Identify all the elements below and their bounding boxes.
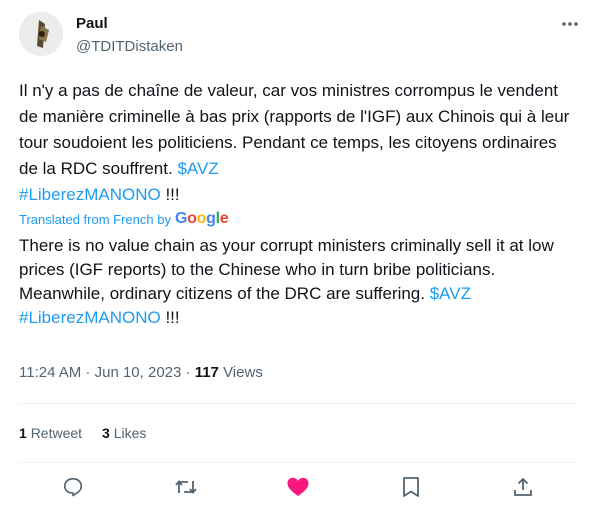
tweet-body: Il n'y a pas de chaîne de valeur, car vo… — [19, 81, 570, 178]
retweets-count: 1 — [19, 425, 27, 441]
bookmark-icon — [403, 477, 419, 497]
share-icon — [514, 477, 532, 496]
engagement-stats: 1 Retweet 3 Likes — [19, 423, 146, 443]
share-button[interactable] — [510, 474, 536, 500]
avatar[interactable] — [19, 12, 63, 56]
google-logo: Google — [174, 210, 229, 227]
tweet-time[interactable]: 11:24 AM — [19, 364, 81, 381]
action-bar — [19, 466, 579, 506]
retweets-label: Retweet — [30, 425, 83, 441]
author-name[interactable]: Paul — [76, 14, 108, 33]
tweet-meta: 11:24 AM · Jun 10, 2023 · 117 Views — [19, 362, 263, 384]
translation-suffix: !!! — [160, 308, 180, 327]
tweet-date[interactable]: Jun 10, 2023 — [95, 364, 182, 381]
reply-icon — [63, 477, 83, 497]
meta-separator: · — [81, 364, 95, 381]
meta-separator: · — [181, 364, 195, 381]
like-button[interactable] — [285, 474, 311, 500]
retweet-button[interactable] — [173, 474, 199, 500]
reply-button[interactable] — [60, 474, 86, 500]
likes-count: 3 — [102, 425, 110, 441]
translation-attribution[interactable]: Translated from French by Google — [19, 209, 229, 229]
likes-label: Likes — [113, 425, 147, 441]
translation-label: Translated from French by — [19, 211, 171, 227]
views-count: 117 — [194, 364, 219, 381]
tweet-text: Il n'y a pas de chaîne de valeur, car vo… — [19, 78, 579, 208]
divider — [19, 462, 579, 463]
translation-body: There is no value chain as your corrupt … — [19, 236, 554, 303]
avatar-image — [19, 12, 63, 56]
hashtag-link[interactable]: #LiberezMANONO — [19, 185, 161, 204]
retweet-icon — [175, 480, 197, 494]
cashtag-link[interactable]: $AVZ — [177, 159, 218, 178]
retweets-stat[interactable]: 1 Retweet — [19, 423, 82, 443]
translation-cashtag-link[interactable]: $AVZ — [430, 284, 471, 303]
author-handle[interactable]: @TDITDistaken — [76, 37, 183, 56]
divider — [19, 403, 579, 404]
translated-text: There is no value chain as your corrupt … — [19, 234, 579, 330]
bookmark-button[interactable] — [398, 474, 424, 500]
views-label: Views — [223, 364, 263, 381]
more-button[interactable] — [558, 12, 582, 36]
likes-stat[interactable]: 3 Likes — [102, 423, 146, 443]
translation-hashtag-link[interactable]: #LiberezMANONO — [19, 308, 161, 327]
tweet-suffix: !!! — [160, 185, 180, 204]
like-icon — [287, 477, 309, 496]
more-icon — [562, 22, 578, 26]
